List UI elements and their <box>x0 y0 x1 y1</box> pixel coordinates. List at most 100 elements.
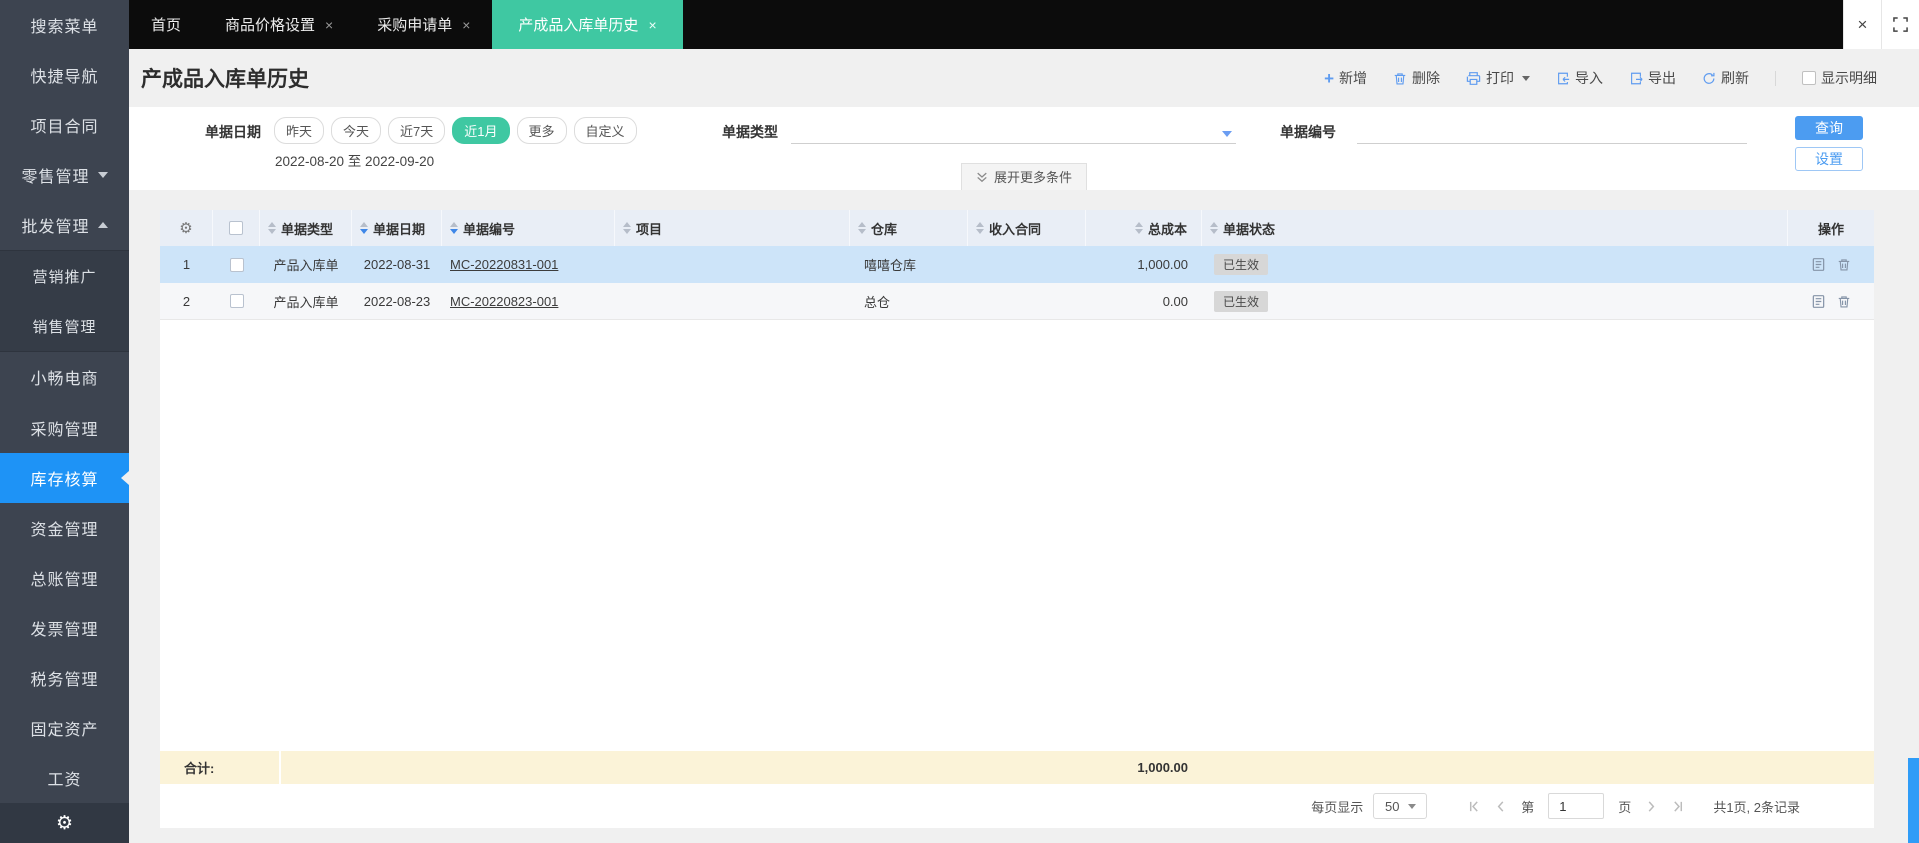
date-pill-yesterday[interactable]: 昨天 <box>274 117 325 144</box>
document-number-label: 单据编号 <box>1280 124 1336 140</box>
chevron-up-icon <box>97 222 108 229</box>
sidebar-item-search-menu[interactable]: 搜索菜单 <box>0 0 129 50</box>
view-document-icon[interactable] <box>1811 257 1826 272</box>
tab-product-price-settings[interactable]: 商品价格设置 × <box>203 0 355 49</box>
expand-more-conditions[interactable]: 展开更多条件 <box>960 163 1088 190</box>
cell-total-cost: 0.00 <box>1162 293 1188 309</box>
tab-home[interactable]: 首页 <box>129 0 203 49</box>
date-pill-last7days[interactable]: 近7天 <box>388 117 446 144</box>
page-suffix: 页 <box>1618 799 1632 815</box>
document-number-link[interactable]: MC-20220831-001 <box>450 257 558 272</box>
print-button[interactable]: 打印 <box>1466 68 1530 88</box>
tab-purchase-request[interactable]: 采购申请单 × <box>355 0 492 49</box>
export-button[interactable]: 导出 <box>1629 68 1676 88</box>
sidebar-item-quick-nav[interactable]: 快捷导航 <box>0 50 129 100</box>
tab-finished-goods-inbound-history[interactable]: 产成品入库单历史 × <box>492 0 683 49</box>
row-checkbox[interactable] <box>229 257 244 272</box>
delete-button[interactable]: 删除 <box>1393 68 1440 88</box>
close-tab-icon[interactable]: × <box>648 17 656 33</box>
row-seq: 1 <box>182 257 191 272</box>
chevron-down-icon <box>97 172 108 179</box>
sidebar-item-funds-mgmt[interactable]: 资金管理 <box>0 503 129 553</box>
date-range-text: 2022-08-20 至 2022-09-20 <box>275 154 435 169</box>
record-count-summary: 共1页, 2条记录 <box>1713 799 1800 815</box>
header-income-contract[interactable]: 收入合同 <box>968 210 1086 246</box>
sidebar-item-purchase-mgmt[interactable]: 采购管理 <box>0 403 129 453</box>
close-tab-icon[interactable]: × <box>325 17 333 33</box>
sidebar-item-inventory-accounting[interactable]: 库存核算 <box>0 452 129 503</box>
page-number-input[interactable] <box>1548 793 1605 819</box>
table-empty-space <box>160 320 1874 751</box>
date-pill-last-month[interactable]: 近1月 <box>452 117 510 144</box>
sidebar-item-fixed-assets[interactable]: 固定资产 <box>0 703 129 753</box>
next-page-button[interactable] <box>1645 800 1658 813</box>
prev-page-button[interactable] <box>1494 800 1507 813</box>
sort-icon[interactable] <box>450 222 458 234</box>
settings-button[interactable]: 设置 <box>1795 147 1863 171</box>
per-page-select[interactable]: 50 <box>1373 793 1428 819</box>
sort-icon[interactable] <box>360 222 368 234</box>
cell-document-date: 2022-08-23 <box>363 293 431 309</box>
sidebar-item-tax-mgmt[interactable]: 税务管理 <box>0 653 129 703</box>
delete-row-icon[interactable] <box>1837 257 1851 272</box>
sidebar-settings-button[interactable]: ⚙ <box>0 803 129 843</box>
header-warehouse[interactable]: 仓库 <box>850 210 968 246</box>
sort-icon[interactable] <box>268 222 276 234</box>
sidebar-item-sales-mgmt[interactable]: 销售管理 <box>0 301 129 353</box>
sidebar: 搜索菜单 快捷导航 项目合同 零售管理 批发管理 营销推广 销售管理 小畅电商 … <box>0 0 129 843</box>
sidebar-item-marketing[interactable]: 营销推广 <box>0 250 129 302</box>
table-row[interactable]: 1 产品入库单 2022-08-31 MC-20220831-001 嘻嘻仓库 … <box>160 246 1874 283</box>
sidebar-item-project-contract[interactable]: 项目合同 <box>0 100 129 150</box>
header-document-date[interactable]: 单据日期 <box>352 210 442 246</box>
status-badge: 已生效 <box>1214 290 1269 312</box>
column-settings-button[interactable]: ⚙ <box>160 210 213 246</box>
sidebar-item-ecommerce[interactable]: 小畅电商 <box>0 352 129 402</box>
sidebar-item-general-ledger[interactable]: 总账管理 <box>0 553 129 603</box>
sort-icon[interactable] <box>1134 222 1143 234</box>
sidebar-item-payroll[interactable]: 工资 <box>0 753 129 803</box>
refresh-button[interactable]: 刷新 <box>1702 68 1749 88</box>
sidebar-item-wholesale-mgmt[interactable]: 批发管理 <box>0 200 129 250</box>
add-button[interactable]: + 新增 <box>1324 68 1367 88</box>
gear-icon: ⚙ <box>179 220 193 237</box>
show-detail-toggle[interactable]: 显示明细 <box>1802 68 1877 88</box>
delete-row-icon[interactable] <box>1837 294 1851 309</box>
fullscreen-button[interactable] <box>1881 0 1919 49</box>
table-row[interactable]: 2 产品入库单 2022-08-23 MC-20220823-001 总仓 0.… <box>160 283 1874 320</box>
import-button[interactable]: 导入 <box>1556 68 1603 88</box>
row-checkbox[interactable] <box>229 294 244 308</box>
document-type-select[interactable] <box>791 116 1236 144</box>
totals-value: 1,000.00 <box>1137 760 1188 775</box>
date-pill-custom[interactable]: 自定义 <box>573 117 637 144</box>
document-number-link[interactable]: MC-20220823-001 <box>450 294 558 309</box>
close-window-button[interactable]: × <box>1843 0 1881 49</box>
sidebar-item-invoice-mgmt[interactable]: 发票管理 <box>0 603 129 653</box>
first-page-button[interactable] <box>1467 800 1480 813</box>
query-button[interactable]: 查询 <box>1795 116 1863 140</box>
header-project[interactable]: 项目 <box>615 210 850 246</box>
chevron-down-icon <box>1522 75 1530 81</box>
vertical-scrollbar-thumb[interactable] <box>1908 758 1919 843</box>
header-document-number[interactable]: 单据编号 <box>442 210 615 246</box>
date-pill-more[interactable]: 更多 <box>516 117 567 144</box>
close-tab-icon[interactable]: × <box>462 17 470 33</box>
gear-icon: ⚙ <box>55 812 74 834</box>
sidebar-item-retail-mgmt[interactable]: 零售管理 <box>0 150 129 200</box>
trash-icon <box>1394 72 1406 84</box>
view-document-icon[interactable] <box>1811 294 1826 309</box>
document-number-input[interactable] <box>1357 116 1747 144</box>
header-total-cost[interactable]: 总成本 <box>1086 210 1202 246</box>
last-page-button[interactable] <box>1672 800 1685 813</box>
header-document-status[interactable]: 单据状态 <box>1202 210 1788 246</box>
sort-icon[interactable] <box>858 222 866 234</box>
sort-icon[interactable] <box>623 222 631 234</box>
select-all-checkbox[interactable] <box>229 221 243 235</box>
date-pill-today[interactable]: 今天 <box>331 117 382 144</box>
sort-icon[interactable] <box>976 222 984 234</box>
show-detail-checkbox[interactable] <box>1802 71 1816 85</box>
document-type-label: 单据类型 <box>722 124 778 140</box>
prev-page-icon <box>1497 800 1504 812</box>
sort-icon[interactable] <box>1210 222 1218 234</box>
printer-icon <box>1466 71 1481 85</box>
header-document-type[interactable]: 单据类型 <box>260 210 352 246</box>
